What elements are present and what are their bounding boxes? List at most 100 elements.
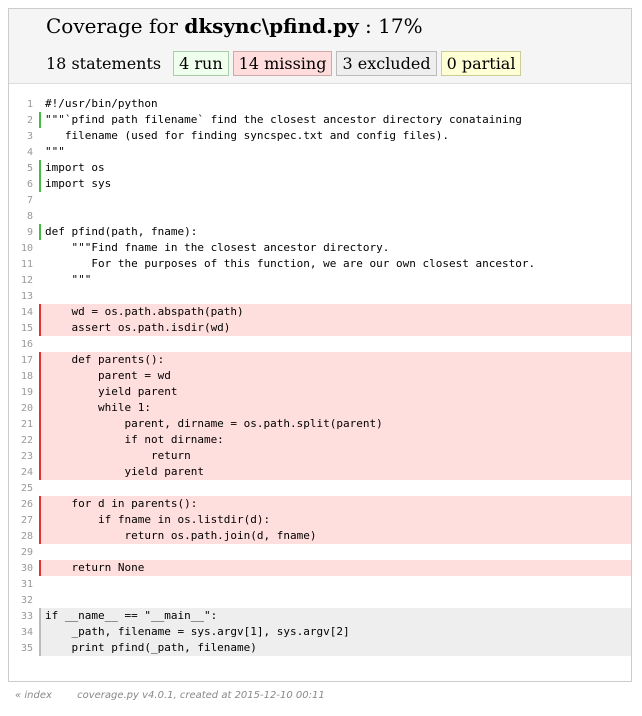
line-source: For the purposes of this function, we ar… bbox=[45, 257, 536, 270]
line-number[interactable]: 29 bbox=[9, 547, 39, 558]
line-number[interactable]: 27 bbox=[9, 515, 39, 526]
footer: « index coverage.py v4.0.1, created at 2… bbox=[15, 690, 325, 701]
line-number[interactable]: 19 bbox=[9, 387, 39, 398]
line-source bbox=[39, 592, 631, 608]
source-line: 33 if __name__ == "__main__": bbox=[9, 608, 631, 624]
source-line: 9 def pfind(path, fname): bbox=[9, 224, 631, 240]
line-source: import os bbox=[39, 160, 631, 176]
line-source bbox=[39, 288, 631, 304]
line-number[interactable]: 33 bbox=[9, 611, 39, 622]
coverage-percent: : 17% bbox=[358, 14, 423, 38]
source-line: 25 bbox=[9, 480, 631, 496]
line-number[interactable]: 23 bbox=[9, 451, 39, 462]
source-line: 23 return bbox=[9, 448, 631, 464]
source-line: 15 assert os.path.isdir(wd) bbox=[9, 320, 631, 336]
source-line: 19 yield parent bbox=[9, 384, 631, 400]
line-source: print pfind(_path, filename) bbox=[39, 640, 631, 656]
line-number[interactable]: 13 bbox=[9, 291, 39, 302]
source-line: 5 import os bbox=[9, 160, 631, 176]
line-source: if __name__ == "__main__": bbox=[39, 608, 631, 624]
source-line: 8 bbox=[9, 208, 631, 224]
line-source: return bbox=[39, 448, 631, 464]
line-source bbox=[39, 544, 631, 560]
line-number[interactable]: 32 bbox=[9, 595, 39, 606]
line-number[interactable]: 7 bbox=[9, 195, 39, 206]
line-number[interactable]: 12 bbox=[9, 275, 39, 286]
line-source: """Find fname in the closest ancestor di… bbox=[45, 241, 390, 254]
line-source: def parents(): bbox=[39, 352, 631, 368]
line-source: #!/usr/bin/python bbox=[45, 97, 158, 110]
source-listing: 1 #!/usr/bin/python 2 """`pfind path filena… bbox=[9, 96, 631, 656]
line-source: parent = wd bbox=[39, 368, 631, 384]
line-number[interactable]: 21 bbox=[9, 419, 39, 430]
line-source: """`pfind path filename` find the closes… bbox=[39, 112, 631, 128]
line-number[interactable]: 20 bbox=[9, 403, 39, 414]
source-line: 10 """Find fname in the closest ancestor… bbox=[9, 240, 631, 256]
source-line: 1 #!/usr/bin/python bbox=[9, 96, 631, 112]
line-source: _path, filename = sys.argv[1], sys.argv[… bbox=[39, 624, 631, 640]
source-line: 30 return None bbox=[9, 560, 631, 576]
line-number[interactable]: 4 bbox=[9, 147, 39, 158]
line-source: yield parent bbox=[39, 384, 631, 400]
source-line: 16 bbox=[9, 336, 631, 352]
line-number[interactable]: 18 bbox=[9, 371, 39, 382]
missing-toggle-button[interactable]: 14 missing bbox=[232, 51, 333, 76]
line-number[interactable]: 10 bbox=[9, 243, 39, 254]
line-number[interactable]: 9 bbox=[9, 227, 39, 238]
source-line: 28 return os.path.join(d, fname) bbox=[9, 528, 631, 544]
report-header: Coverage for dksync\pfind.py : 17% 18 st… bbox=[9, 9, 631, 84]
line-source: """ bbox=[45, 145, 65, 158]
line-source: yield parent bbox=[39, 464, 631, 480]
source-line: 29 bbox=[9, 544, 631, 560]
source-line: 7 bbox=[9, 192, 631, 208]
page-title: Coverage for dksync\pfind.py : 17% bbox=[46, 14, 423, 38]
line-number[interactable]: 15 bbox=[9, 323, 39, 334]
line-source: return None bbox=[39, 560, 631, 576]
line-source bbox=[39, 192, 631, 208]
line-number[interactable]: 25 bbox=[9, 483, 39, 494]
line-source bbox=[39, 336, 631, 352]
line-number[interactable]: 28 bbox=[9, 531, 39, 542]
line-number[interactable]: 11 bbox=[9, 259, 39, 270]
source-line: 4 """ bbox=[9, 144, 631, 160]
partial-toggle-button[interactable]: 0 partial bbox=[440, 51, 522, 76]
line-number[interactable]: 14 bbox=[9, 307, 39, 318]
line-number[interactable]: 34 bbox=[9, 627, 39, 638]
line-number[interactable]: 17 bbox=[9, 355, 39, 366]
line-number[interactable]: 6 bbox=[9, 179, 39, 190]
line-number[interactable]: 3 bbox=[9, 131, 39, 142]
source-line: 24 yield parent bbox=[9, 464, 631, 480]
source-line: 20 while 1: bbox=[9, 400, 631, 416]
line-number[interactable]: 26 bbox=[9, 499, 39, 510]
line-number[interactable]: 5 bbox=[9, 163, 39, 174]
line-source: filename (used for finding syncspec.txt … bbox=[45, 129, 449, 142]
source-line: 31 bbox=[9, 576, 631, 592]
line-number[interactable]: 1 bbox=[9, 99, 39, 110]
source-line: 12 """ bbox=[9, 272, 631, 288]
line-number[interactable]: 35 bbox=[9, 643, 39, 654]
statements-count: 18 statements bbox=[46, 54, 162, 73]
source-line: 13 bbox=[9, 288, 631, 304]
source-line: 6 import sys bbox=[9, 176, 631, 192]
line-number[interactable]: 31 bbox=[9, 579, 39, 590]
line-number[interactable]: 30 bbox=[9, 563, 39, 574]
line-number[interactable]: 16 bbox=[9, 339, 39, 350]
line-source: """ bbox=[45, 273, 92, 286]
line-source: wd = os.path.abspath(path) bbox=[39, 304, 631, 320]
line-number[interactable]: 22 bbox=[9, 435, 39, 446]
index-link[interactable]: « index bbox=[15, 690, 52, 701]
title-prefix: Coverage for bbox=[46, 14, 185, 38]
source-line: 14 wd = os.path.abspath(path) bbox=[9, 304, 631, 320]
line-number[interactable]: 24 bbox=[9, 467, 39, 478]
source-line: 22 if not dirname: bbox=[9, 432, 631, 448]
line-source: for d in parents(): bbox=[39, 496, 631, 512]
line-source: import sys bbox=[39, 176, 631, 192]
run-toggle-button[interactable]: 4 run bbox=[173, 51, 229, 76]
source-line: 2 """`pfind path filename` find the close… bbox=[9, 112, 631, 128]
excluded-toggle-button[interactable]: 3 excluded bbox=[336, 51, 437, 76]
created-info: coverage.py v4.0.1, created at 2015-12-1… bbox=[77, 690, 325, 701]
line-source bbox=[39, 208, 631, 224]
line-number[interactable]: 8 bbox=[9, 211, 39, 222]
source-line: 17 def parents(): bbox=[9, 352, 631, 368]
line-number[interactable]: 2 bbox=[9, 115, 39, 126]
